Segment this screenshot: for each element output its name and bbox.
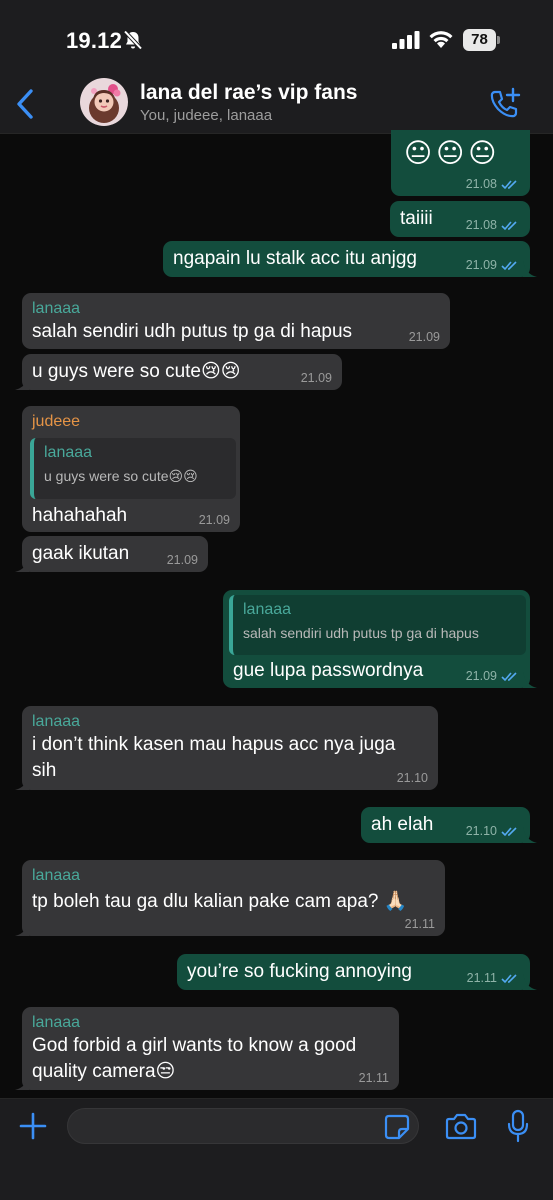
message-time: 21.09 bbox=[300, 371, 332, 385]
double-check-icon bbox=[501, 973, 517, 983]
message-text: tp boleh tau ga dlu kalian pake cam apa?… bbox=[32, 891, 408, 912]
quoted-message[interactable]: lanaaa salah sendiri udh putus tp ga di … bbox=[229, 595, 526, 655]
add-call-icon[interactable] bbox=[488, 86, 522, 120]
sticker-icon[interactable] bbox=[384, 1114, 410, 1140]
message-text: salah sendiri udh putus tp ga di hapus bbox=[32, 321, 353, 342]
sender-name: lanaaa bbox=[32, 867, 81, 884]
double-check-icon bbox=[501, 260, 517, 270]
sender-name: lanaaa bbox=[32, 713, 81, 730]
sender-name: lanaaa bbox=[32, 300, 81, 317]
message-bubble-outgoing[interactable]: taiiii 21.08 bbox=[390, 201, 530, 237]
message-bubble-incoming[interactable]: lanaaa God forbid a girl wants to know a… bbox=[15, 1007, 399, 1090]
quoted-message[interactable]: lanaaa u guys were so cute😢😢 bbox=[30, 438, 236, 499]
group-avatar[interactable] bbox=[80, 78, 128, 126]
chat-participants[interactable]: You, judeee, lanaaa bbox=[140, 107, 272, 124]
message-time: 21.09 bbox=[466, 258, 518, 272]
message-text-line: God forbid a girl wants to know a good bbox=[32, 1035, 357, 1056]
chat-title[interactable]: lana del rae’s vip fans bbox=[140, 81, 358, 105]
message-time: 21.09 bbox=[466, 669, 518, 683]
message-text: 😐😐😐 bbox=[404, 138, 501, 168]
double-check-icon bbox=[501, 826, 517, 836]
message-bubble-outgoing[interactable]: you’re so fucking annoying 21.11 bbox=[177, 954, 537, 990]
message-time: 21.10 bbox=[396, 771, 428, 785]
message-bubble-incoming[interactable]: judeee lanaaa u guys were so cute😢😢 haha… bbox=[22, 406, 240, 532]
message-time: 21.08 bbox=[466, 177, 518, 191]
message-bubble-outgoing[interactable]: lanaaa salah sendiri udh putus tp ga di … bbox=[223, 590, 537, 688]
message-time: 21.09 bbox=[408, 330, 440, 344]
chat-screen: 19.12 78 lana del rae’s vip fans You, ju… bbox=[0, 0, 553, 1200]
status-bar: 19.12 78 bbox=[0, 0, 553, 72]
bell-slash-icon bbox=[123, 30, 143, 50]
message-bubble-incoming[interactable]: lanaaa tp boleh tau ga dlu kalian pake c… bbox=[15, 860, 445, 936]
back-chevron-icon[interactable] bbox=[14, 88, 36, 120]
battery-indicator: 78 bbox=[463, 29, 501, 51]
microphone-icon[interactable] bbox=[506, 1109, 530, 1143]
double-check-icon bbox=[501, 179, 517, 189]
message-time: 21.11 bbox=[358, 1071, 389, 1085]
message-bubble-outgoing[interactable]: ah elah 21.10 bbox=[361, 807, 537, 843]
message-time: 21.11 bbox=[404, 917, 435, 931]
message-time: 21.09 bbox=[198, 513, 230, 527]
message-bubble-incoming[interactable]: u guys were so cute😢😢 21.09 bbox=[15, 354, 342, 390]
battery-level: 78 bbox=[463, 29, 496, 51]
message-bubble-incoming[interactable]: gaak ikutan 21.09 bbox=[15, 536, 208, 572]
plus-icon[interactable] bbox=[18, 1111, 48, 1141]
status-time: 19.12 bbox=[66, 28, 123, 53]
message-text: u guys were so cute😢😢 bbox=[32, 361, 241, 382]
quoted-sender: lanaaa bbox=[243, 601, 292, 618]
message-time: 21.08 bbox=[466, 218, 518, 232]
message-input-bar bbox=[0, 1098, 553, 1200]
chat-header: lana del rae’s vip fans You, judeee, lan… bbox=[0, 72, 553, 134]
sender-name: judeee bbox=[32, 413, 81, 430]
sender-name: lanaaa bbox=[32, 1014, 81, 1031]
message-bubble-outgoing[interactable]: ngapain lu stalk acc itu anjgg 21.09 bbox=[163, 241, 537, 277]
message-bubble-incoming[interactable]: lanaaa i don’t think kasen mau hapus acc… bbox=[15, 706, 438, 790]
message-text-line: i don’t think kasen mau hapus acc nya ju… bbox=[32, 734, 396, 755]
message-bubble-incoming[interactable]: lanaaa salah sendiri udh putus tp ga di … bbox=[22, 293, 450, 349]
quoted-text: salah sendiri udh putus tp ga di hapus bbox=[243, 625, 479, 641]
quoted-sender: lanaaa bbox=[44, 444, 93, 461]
wifi-icon bbox=[429, 31, 453, 48]
message-time: 21.09 bbox=[166, 553, 198, 567]
message-input[interactable] bbox=[67, 1108, 419, 1144]
signal-icon bbox=[392, 31, 420, 49]
message-bubble-outgoing[interactable]: 😐😐😐 21.08 bbox=[391, 130, 530, 196]
message-text-line: sih bbox=[32, 760, 57, 781]
double-check-icon bbox=[501, 220, 517, 230]
quoted-text: u guys were so cute😢😢 bbox=[44, 468, 198, 484]
double-check-icon bbox=[501, 671, 517, 681]
message-time: 21.10 bbox=[466, 824, 518, 838]
message-text-line: quality camera😒 bbox=[32, 1061, 176, 1082]
camera-icon[interactable] bbox=[445, 1112, 477, 1140]
message-time: 21.11 bbox=[467, 971, 518, 985]
